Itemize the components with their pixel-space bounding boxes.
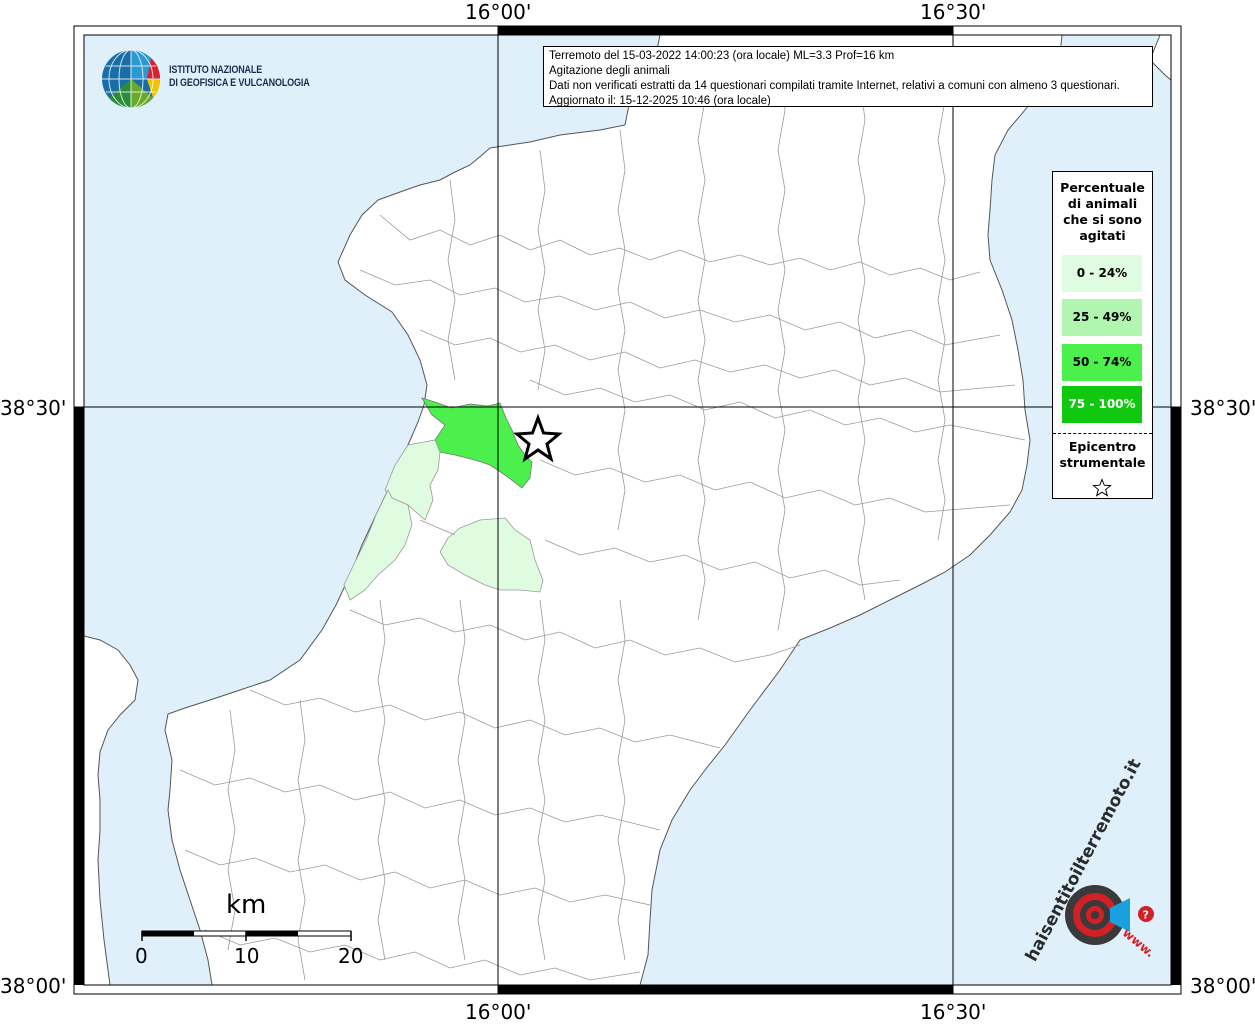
ingv-name-line2: DI GEOFISICA E VULCANOLOGIA: [169, 77, 310, 89]
legend-item-0-24: 0 - 24%: [1062, 255, 1142, 292]
legend-epicenter-line: Epicentro: [1068, 439, 1137, 454]
legend-star-icon: [1092, 478, 1112, 497]
ingv-name-line1: ISTITUTO NAZIONALE: [169, 64, 263, 76]
legend-title-line: agitati: [1079, 228, 1126, 243]
axis-bottom-label-1: 16°00': [465, 1000, 532, 1024]
axis-right-label-2: 38°00': [1190, 974, 1255, 998]
axis-right-label-1: 38°30': [1190, 396, 1255, 420]
legend-divider: [1053, 433, 1152, 434]
scale-tick-20: 20: [338, 944, 364, 968]
event-map-type: Agitazione degli animali: [549, 65, 670, 77]
axis-bottom-label-2: 16°30': [920, 1000, 987, 1024]
legend-title: Percentuale di animali che si sono agita…: [1053, 180, 1152, 244]
event-info-box: Terremoto del 15-03-2022 14:00:23 (ora l…: [543, 46, 1153, 107]
axis-left-label-1: 38°30': [0, 396, 67, 420]
legend-epicenter-line: strumentale: [1059, 455, 1146, 470]
axis-top-label-1: 16°00': [465, 0, 532, 24]
legend-epicenter-label: Epicentro strumentale: [1053, 439, 1152, 471]
event-header: Terremoto del 15-03-2022 14:00:23 (ora l…: [549, 50, 895, 62]
legend-item-50-74: 50 - 74%: [1062, 344, 1142, 381]
axis-left-label-2: 38°00': [0, 974, 67, 998]
legend-title-line: di animali: [1067, 196, 1138, 211]
svg-text:?: ?: [1143, 909, 1149, 922]
ingv-globe-icon: [102, 49, 161, 109]
legend-item-75-100: 75 - 100%: [1062, 386, 1142, 423]
haisentito-logo: ? haisentitoilterremoto.it www.: [1022, 756, 1172, 980]
ingv-name: ISTITUTO NAZIONALE DI GEOFISICA E VULCAN…: [169, 64, 310, 90]
scale-bar: km 0 10 20: [132, 890, 372, 970]
ingv-logo: ISTITUTO NAZIONALE DI GEOFISICA E VULCAN…: [101, 48, 321, 110]
legend-item-25-49: 25 - 49%: [1062, 299, 1142, 336]
scale-tick-0: 0: [135, 944, 148, 968]
event-updated: Aggiornato il: 15-12-2025 10:46 (ora loc…: [549, 95, 771, 107]
axis-top-label-2: 16°30': [920, 0, 987, 24]
legend-title-line: che si sono: [1063, 212, 1142, 227]
scale-bar-graphic: [141, 930, 352, 941]
legend: Percentuale di animali che si sono agita…: [1052, 171, 1153, 499]
scale-tick-10: 10: [234, 944, 260, 968]
legend-title-line: Percentuale: [1060, 180, 1145, 195]
event-data-note: Dati non verificati estratti da 14 quest…: [549, 80, 1120, 92]
